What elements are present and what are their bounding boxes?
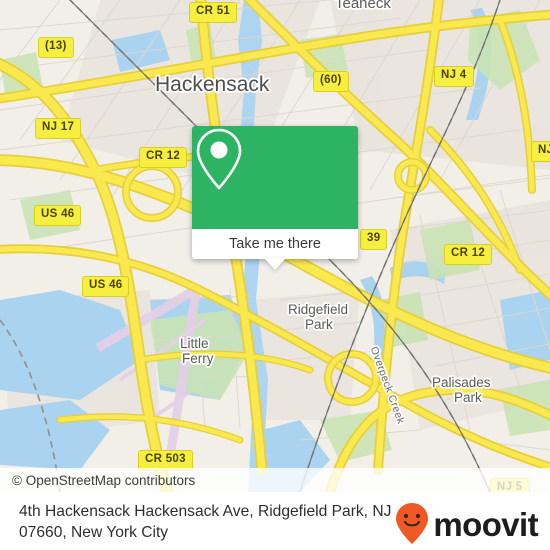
road-shield: CR 12 — [139, 147, 188, 168]
destination-popup-card[interactable]: Take me there — [192, 126, 358, 270]
road-shield: NJ 17 — [35, 118, 82, 139]
place-label: Park — [305, 317, 333, 332]
moovit-map-widget: CR 51 (13) (60) NJ 4 NJ 4 NJ 17 CR 12 US 46 US 4… — [0, 0, 550, 550]
place-label: Park — [454, 390, 482, 405]
road-shield: CR 12 — [444, 244, 493, 265]
place-label: Teaneck — [335, 0, 391, 12]
location-pin-icon — [196, 128, 242, 190]
popup-card-pointer — [264, 258, 286, 270]
moovit-wordmark: moovit — [433, 505, 538, 543]
map-canvas[interactable]: CR 51 (13) (60) NJ 4 NJ 4 NJ 17 CR 12 US 46 US 4… — [0, 0, 550, 492]
osm-attribution-text: © OpenStreetMap contributors — [12, 472, 196, 488]
place-label: Ridgefield — [288, 302, 349, 317]
address-label: 4th Hackensack Hackensack Ave, Ridgefiel… — [19, 501, 419, 543]
moovit-pin-icon — [396, 503, 429, 544]
address-line-1: 4th Hackensack Hackensack Ave, Ridgefiel… — [19, 503, 392, 520]
road-shield: 39 — [360, 229, 388, 250]
osm-attribution-bar: © OpenStreetMap contributors — [0, 468, 550, 492]
road-shield: US 46 — [82, 276, 130, 297]
road-shield: NJ 4 — [434, 66, 474, 87]
road-shield: (60) — [313, 71, 349, 92]
moovit-logo[interactable]: moovit — [394, 502, 539, 546]
footer-bar: 4th Hackensack Hackensack Ave, Ridgefiel… — [0, 492, 550, 550]
road-shield: US 46 — [34, 205, 82, 226]
popup-card-footer: Take me there — [192, 229, 358, 259]
road-shield: NJ 4 — [531, 141, 550, 162]
road-shield: (13) — [38, 37, 74, 58]
place-label: Ferry — [182, 351, 214, 366]
popup-card-header — [192, 126, 358, 229]
road-shield: CR 51 — [189, 2, 238, 23]
place-label: Little — [180, 336, 209, 351]
take-me-there-button[interactable]: Take me there — [229, 236, 321, 252]
place-label: Hackensack — [155, 73, 270, 96]
place-label: Palisades — [432, 375, 491, 390]
address-line-2: 07660, New York City — [19, 524, 169, 541]
